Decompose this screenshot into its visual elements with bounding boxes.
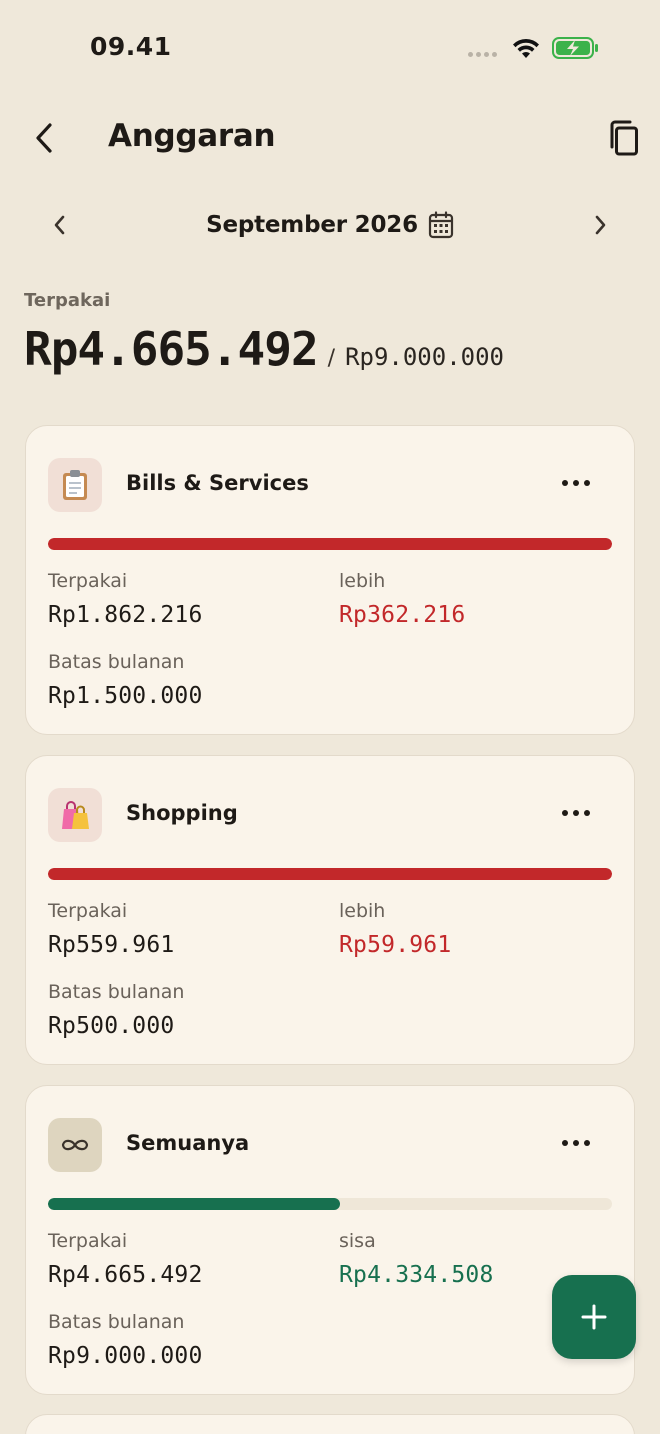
budget-category-name: Bills & Services: [126, 471, 309, 495]
status-bar: 09.41: [0, 0, 660, 96]
chevron-left-icon: [54, 215, 65, 235]
calendar-icon: [428, 211, 454, 239]
budget-card[interactable]: Shopping Terpakai Rp559.961 lebih Rp59.9…: [25, 755, 635, 1065]
monthly-limit-value: Rp9.000.000: [48, 1343, 203, 1369]
spent-label: Terpakai: [48, 1230, 128, 1252]
budget-progress-fill: [48, 1198, 341, 1210]
budget-card[interactable]: Bills & Services Terpakai Rp1.862.216 le…: [25, 425, 635, 735]
budget-card[interactable]: Semuanya Terpakai Rp4.665.492 sisa Rp4.3…: [25, 1085, 635, 1395]
budget-category-name: Semuanya: [126, 1131, 250, 1155]
spent-value: Rp559.961: [48, 932, 175, 958]
copy-icon: [610, 120, 638, 156]
difference-label: lebih: [339, 900, 386, 922]
monthly-limit-label: Batas bulanan: [48, 651, 185, 673]
copy-button[interactable]: [604, 118, 642, 158]
shopping-bags-icon: [48, 788, 102, 842]
more-options-button[interactable]: [558, 798, 594, 828]
summary-spent: Rp4.665.492: [24, 322, 319, 376]
monthly-limit-value: Rp1.500.000: [48, 683, 203, 709]
plus-icon: [581, 1304, 607, 1330]
battery-charging-icon: [552, 37, 598, 59]
budget-card[interactable]: [25, 1414, 635, 1434]
more-options-button[interactable]: [558, 1128, 594, 1158]
spent-value: Rp1.862.216: [48, 602, 203, 628]
monthly-limit-label: Batas bulanan: [48, 1311, 185, 1333]
monthly-limit-label: Batas bulanan: [48, 981, 185, 1003]
budget-progress-fill: [48, 538, 612, 550]
spent-label: Terpakai: [48, 570, 128, 592]
difference-label: sisa: [339, 1230, 376, 1252]
summary-separator: /: [327, 346, 336, 371]
monthly-limit-value: Rp500.000: [48, 1013, 175, 1039]
chevron-left-icon: [36, 123, 52, 153]
infinity-icon: [48, 1118, 102, 1172]
budget-progress-fill: [48, 868, 612, 880]
page-title: Anggaran: [108, 118, 276, 154]
status-time: 09.41: [90, 32, 172, 61]
add-budget-button[interactable]: [552, 1275, 636, 1359]
clipboard-icon: [48, 458, 102, 512]
budget-progress-bar: [48, 538, 612, 550]
month-selector[interactable]: September 2026: [0, 206, 660, 244]
cellular-signal-icon: [468, 52, 497, 57]
summary-limit: Rp9.000.000: [345, 343, 505, 371]
difference-value: Rp59.961: [339, 932, 452, 958]
difference-label: lebih: [339, 570, 386, 592]
summary-label: Terpakai: [24, 290, 111, 311]
budget-progress-bar: [48, 1198, 612, 1210]
back-button[interactable]: [26, 118, 62, 158]
spent-label: Terpakai: [48, 900, 128, 922]
more-options-button[interactable]: [558, 468, 594, 498]
next-month-button[interactable]: [584, 206, 616, 244]
chevron-right-icon: [595, 215, 606, 235]
budget-progress-bar: [48, 868, 612, 880]
difference-value: Rp4.334.508: [339, 1262, 494, 1288]
month-label: September 2026: [206, 212, 418, 238]
wifi-icon: [513, 38, 539, 58]
difference-value: Rp362.216: [339, 602, 466, 628]
budget-category-name: Shopping: [126, 801, 238, 825]
previous-month-button[interactable]: [44, 206, 76, 244]
spent-value: Rp4.665.492: [48, 1262, 203, 1288]
summary-amounts: Rp4.665.492 / Rp9.000.000: [24, 322, 504, 376]
